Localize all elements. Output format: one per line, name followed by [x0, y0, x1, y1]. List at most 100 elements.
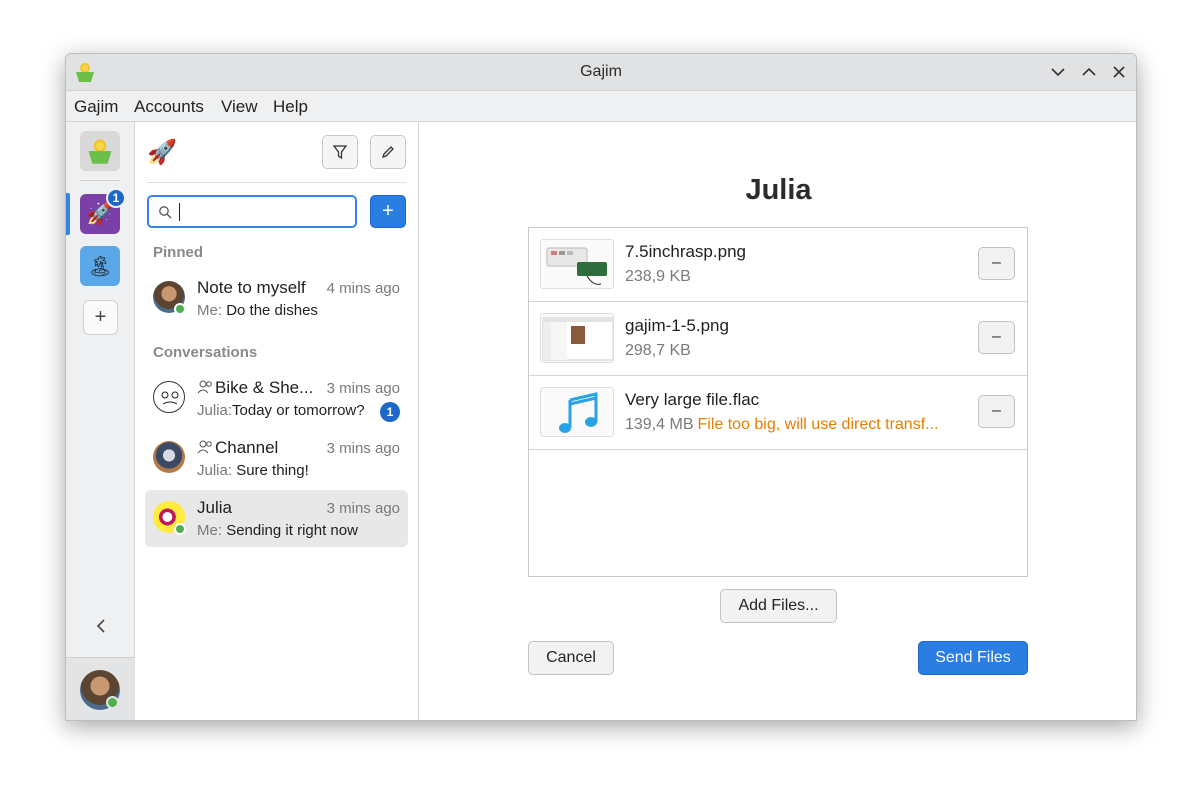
unread-badge: 1: [380, 402, 400, 422]
self-status-area: [66, 657, 135, 720]
file-size: 298,7 KB: [625, 342, 691, 360]
file-thumbnail: [540, 387, 614, 437]
filter-button[interactable]: [322, 135, 358, 169]
search-icon: [159, 206, 172, 219]
group-icon: [197, 380, 212, 394]
compose-button[interactable]: [370, 135, 406, 169]
file-row: Very large file.flac 139,4 MB File too bi…: [529, 376, 1027, 450]
file-size-value: 238,9 KB: [625, 268, 691, 285]
image-preview-icon: [546, 247, 607, 285]
remove-file-button[interactable]: –: [978, 395, 1015, 428]
workspace-rocket-icon: 🚀: [147, 139, 177, 166]
window-title: Gajim: [580, 63, 622, 80]
account-home-button[interactable]: [80, 131, 120, 171]
file-size: 238,9 KB: [625, 268, 691, 286]
preview-sender: Me:: [197, 522, 223, 539]
online-status-dot: [174, 523, 186, 535]
chat-list-panel: 🚀 + Pinned Note to myself 4 mins ago Me:…: [135, 122, 419, 720]
chat-name-text: Channel: [215, 438, 279, 457]
file-row: gajim-1-5.png 298,7 KB –: [529, 302, 1027, 376]
chat-row-bike-group[interactable]: Bike & She... 3 mins ago Julia:Today or …: [145, 370, 408, 427]
pencil-icon: [381, 146, 394, 159]
title-bar: Gajim: [66, 54, 1136, 91]
gajim-window: Gajim Gajim Accounts View Help 🚀 1 🏝 + 🚀…: [65, 53, 1137, 721]
file-thumbnail: [540, 239, 614, 289]
menu-accounts[interactable]: Accounts: [134, 97, 204, 117]
chat-name: Channel: [197, 438, 278, 458]
close-button[interactable]: [1109, 62, 1129, 82]
chevron-down-icon: [1051, 68, 1065, 77]
remove-file-button[interactable]: –: [978, 247, 1015, 280]
gajim-logo-icon: [88, 139, 112, 164]
chat-preview: Me: Sending it right now: [197, 522, 358, 539]
section-conversations-label: Conversations: [153, 344, 258, 361]
chat-name-text: Bike & She...: [215, 378, 314, 397]
chat-row-julia[interactable]: Julia 3 mins ago Me: Sending it right no…: [145, 490, 408, 547]
menu-help[interactable]: Help: [273, 97, 308, 117]
preview-sender: Julia:: [197, 462, 233, 479]
add-workspace-button[interactable]: +: [83, 300, 118, 335]
menu-bar: Gajim Accounts View Help: [66, 91, 1136, 122]
preview-text: Do the dishes: [226, 302, 318, 319]
file-list: 7.5inchrasp.png 238,9 KB – gajim-1-5.png…: [528, 227, 1028, 577]
file-row: 7.5inchrasp.png 238,9 KB –: [529, 228, 1027, 302]
remove-file-button[interactable]: –: [978, 321, 1015, 354]
account-sidebar: 🚀 1 🏝 +: [66, 122, 135, 720]
start-chat-button[interactable]: +: [370, 195, 406, 228]
file-name: Very large file.flac: [625, 390, 760, 409]
text-caret: [179, 203, 180, 221]
chat-preview: Me: Do the dishes: [197, 302, 318, 319]
file-size-value: 139,4 MB: [625, 416, 694, 433]
chat-time: 3 mins ago: [326, 380, 400, 397]
group-icon: [197, 440, 212, 454]
avatar: [153, 441, 185, 473]
chat-name: Bike & She...: [197, 378, 313, 398]
meme-face-icon: [161, 391, 179, 405]
chat-name: Julia: [197, 498, 232, 517]
workspace-island-button[interactable]: 🏝: [80, 246, 120, 286]
chat-time: 3 mins ago: [326, 440, 400, 457]
preview-text: Sure thing!: [236, 462, 309, 479]
self-online-status: [106, 696, 119, 709]
preview-text: Sending it right now: [226, 522, 358, 539]
chevron-up-icon: [1082, 67, 1096, 76]
file-size-value: 298,7 KB: [625, 342, 691, 359]
divider: [147, 182, 406, 183]
file-size: 139,4 MB File too big, will use direct tr…: [625, 416, 938, 434]
active-indicator: [66, 193, 70, 235]
menu-gajim[interactable]: Gajim: [74, 97, 118, 117]
chat-preview: Julia: Sure thing!: [197, 462, 309, 479]
file-name: 7.5inchrasp.png: [625, 242, 746, 261]
chat-row-note-to-myself[interactable]: Note to myself 4 mins ago Me: Do the dis…: [145, 270, 408, 327]
search-input[interactable]: [147, 195, 357, 228]
chat-time: 3 mins ago: [326, 500, 400, 517]
section-pinned-label: Pinned: [153, 244, 204, 261]
online-status-dot: [174, 303, 186, 315]
cancel-button[interactable]: Cancel: [528, 641, 614, 675]
island-icon: 🏝: [87, 255, 113, 278]
music-note-icon: [559, 392, 598, 433]
chat-preview: Julia:Today or tomorrow?: [197, 402, 365, 419]
close-icon: [1113, 66, 1125, 78]
divider: [80, 180, 120, 181]
chevron-left-icon[interactable]: [91, 616, 111, 636]
maximize-button[interactable]: [1079, 62, 1099, 82]
menu-view[interactable]: View: [221, 97, 258, 117]
filter-icon: [332, 145, 348, 160]
send-files-button[interactable]: Send Files: [918, 641, 1028, 675]
preview-sender: Me:: [197, 302, 223, 319]
avatar: [153, 381, 185, 413]
workspace-unread-badge: 1: [106, 188, 126, 208]
file-thumbnail: [540, 313, 614, 363]
chat-row-channel[interactable]: Channel 3 mins ago Julia: Sure thing!: [145, 430, 408, 487]
add-files-button[interactable]: Add Files...: [720, 589, 837, 623]
file-name: gajim-1-5.png: [625, 316, 729, 335]
chat-name: Note to myself: [197, 278, 306, 297]
send-files-panel: Julia 7.5inchrasp.png 238,9 KB – gajim-1…: [419, 122, 1136, 720]
screenshot-preview-icon: [542, 317, 613, 361]
preview-text: Today or tomorrow?: [232, 402, 365, 419]
preview-sender: Julia:: [197, 402, 233, 419]
file-warning: File too big, will use direct transf...: [697, 416, 939, 433]
chat-time: 4 mins ago: [326, 280, 400, 297]
minimize-button[interactable]: [1048, 62, 1068, 82]
